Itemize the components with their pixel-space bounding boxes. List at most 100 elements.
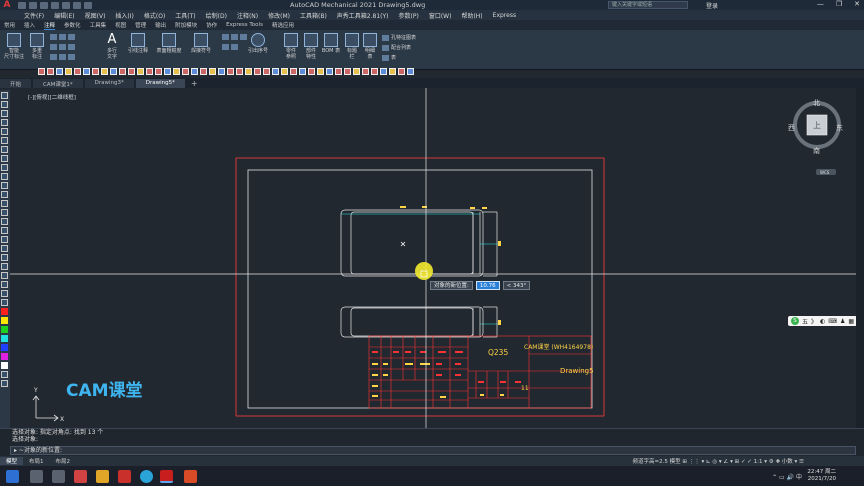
status-toggles[interactable]: 频道字高=2.5 模型 ⊞ ⋮⋮ ▾ ⊾ ◎ ▾ ∠ ▾ ⊞ ✓ ✓ 1:1 ▾… bbox=[633, 457, 804, 465]
color-red-swatch[interactable] bbox=[1, 308, 8, 315]
tool-icon[interactable] bbox=[65, 68, 72, 75]
baseline-dim-icon[interactable] bbox=[50, 54, 57, 60]
app-red-icon[interactable] bbox=[74, 470, 87, 483]
new-icon[interactable] bbox=[18, 1, 26, 9]
tool-icon[interactable] bbox=[362, 68, 369, 75]
command-input[interactable]: ▸ ~对象的新位置: bbox=[10, 446, 856, 455]
tab-drawing3[interactable]: Drawing3* bbox=[84, 79, 134, 88]
color-magenta-swatch[interactable] bbox=[1, 353, 8, 360]
tool-icon[interactable] bbox=[128, 68, 135, 75]
edge-icon[interactable] bbox=[222, 44, 229, 50]
undo-icon[interactable] bbox=[73, 1, 81, 9]
rectangle-tool-icon[interactable] bbox=[1, 128, 8, 135]
bom-button[interactable]: BOM 表 bbox=[320, 33, 342, 54]
tool-icon[interactable] bbox=[353, 68, 360, 75]
angle-dim-icon[interactable] bbox=[68, 34, 75, 40]
ordinate-dim-icon[interactable] bbox=[68, 54, 75, 60]
maximize-button[interactable]: ❐ bbox=[836, 0, 842, 8]
tab-express-tools[interactable]: Express Tools bbox=[226, 22, 263, 28]
menu-modify[interactable]: 修改(M) bbox=[268, 11, 290, 20]
tab-manage[interactable]: 管理 bbox=[135, 21, 146, 29]
autocad-logo-icon[interactable]: A bbox=[0, 0, 14, 10]
ime-keyboard-icon[interactable]: ⌨ bbox=[828, 318, 837, 325]
parts-list-button[interactable]: 明细 表 bbox=[362, 33, 378, 60]
search-taskbar-icon[interactable] bbox=[30, 470, 43, 483]
tool-icon[interactable] bbox=[182, 68, 189, 75]
system-clock[interactable]: 22:47 周二 2021/7/20 bbox=[807, 469, 836, 483]
menu-file[interactable]: 文件(F) bbox=[24, 11, 44, 20]
tool-icon[interactable] bbox=[389, 68, 396, 75]
browser-icon[interactable] bbox=[140, 470, 153, 483]
menu-parametric[interactable]: 参数(P) bbox=[399, 11, 419, 20]
tool-icon[interactable] bbox=[317, 68, 324, 75]
tool-icon[interactable] bbox=[83, 68, 90, 75]
rotate-tool-icon[interactable] bbox=[1, 164, 8, 171]
tool-icon[interactable] bbox=[272, 68, 279, 75]
color-blue-swatch[interactable] bbox=[1, 344, 8, 351]
menu-window[interactable]: 窗口(W) bbox=[429, 11, 452, 20]
weld-symbol-button[interactable]: 焊接符号 bbox=[186, 33, 216, 54]
tool-icon[interactable] bbox=[200, 68, 207, 75]
tool-icon[interactable] bbox=[326, 68, 333, 75]
print-icon[interactable] bbox=[62, 1, 70, 9]
tab-annotate[interactable]: 注释 bbox=[44, 21, 56, 30]
mirror-tool-icon[interactable] bbox=[1, 173, 8, 180]
datum-icon[interactable] bbox=[222, 34, 229, 40]
tool-icon[interactable] bbox=[92, 68, 99, 75]
tray-icons[interactable]: ⌃ ▭ 🔊 中 bbox=[772, 472, 802, 481]
erase-tool-icon[interactable] bbox=[1, 263, 8, 270]
tool-icon[interactable] bbox=[137, 68, 144, 75]
layout2-tab[interactable]: 布局2 bbox=[50, 457, 77, 465]
tool-icon[interactable] bbox=[263, 68, 270, 75]
tool-icon[interactable] bbox=[281, 68, 288, 75]
ime-logo-icon[interactable]: S bbox=[791, 317, 799, 325]
stretch-tool-icon[interactable] bbox=[1, 245, 8, 252]
tool-icon[interactable] bbox=[173, 68, 180, 75]
tab-drawing5[interactable]: Drawing5* bbox=[135, 79, 185, 88]
menu-edit[interactable]: 编辑(E) bbox=[54, 11, 74, 20]
model-tab[interactable]: 模型 bbox=[0, 457, 24, 465]
multi-dimension-button[interactable]: 多重 标注 bbox=[28, 33, 46, 60]
menu-tools[interactable]: 工具(T) bbox=[175, 11, 195, 20]
tool-icon[interactable] bbox=[101, 68, 108, 75]
ime-menu-icon[interactable]: ▦ bbox=[848, 318, 854, 325]
color-yellow-swatch[interactable] bbox=[1, 317, 8, 324]
color-cyan-swatch[interactable] bbox=[1, 335, 8, 342]
menu-annotate[interactable]: 注释(N) bbox=[237, 11, 258, 20]
start-menu-icon[interactable] bbox=[6, 470, 19, 483]
color-green-swatch[interactable] bbox=[1, 326, 8, 333]
ime-punct-icon[interactable]: 》 bbox=[811, 317, 817, 326]
tab-view[interactable]: 视图 bbox=[115, 21, 126, 29]
minimize-button[interactable]: — bbox=[817, 0, 824, 8]
app-x-icon[interactable] bbox=[118, 470, 131, 483]
layout1-tab[interactable]: 布局1 bbox=[23, 457, 50, 465]
tab-toolset[interactable]: 工具集 bbox=[90, 21, 107, 29]
fillet-tool-icon[interactable] bbox=[1, 209, 8, 216]
properties-tool-icon[interactable] bbox=[1, 299, 8, 306]
open-icon[interactable] bbox=[29, 1, 37, 9]
part-attributes-button[interactable]: 部件 特性 bbox=[302, 33, 320, 60]
save-icon[interactable] bbox=[40, 1, 48, 9]
tool-icon[interactable] bbox=[110, 68, 117, 75]
close-button[interactable]: ✕ bbox=[854, 0, 860, 8]
part-top-view[interactable] bbox=[340, 306, 498, 338]
smart-dimension-button[interactable]: 智能 尺寸标注 bbox=[4, 33, 24, 60]
task-view-icon[interactable] bbox=[52, 470, 65, 483]
continue-dim-icon[interactable] bbox=[59, 54, 66, 60]
new-tab-button[interactable]: + bbox=[191, 79, 198, 88]
move-tool-icon[interactable] bbox=[1, 146, 8, 153]
tab-featured-apps[interactable]: 精选应用 bbox=[272, 21, 294, 29]
menu-plugin[interactable]: 声秀工具箱2.81(Y) bbox=[337, 11, 389, 20]
ime-mode[interactable]: 五 bbox=[802, 317, 808, 326]
layer-tool-icon[interactable] bbox=[1, 290, 8, 297]
tool-icon[interactable] bbox=[155, 68, 162, 75]
tooltip-angle-input[interactable]: < 343° bbox=[502, 280, 531, 290]
title-block-button[interactable]: 标题 栏 bbox=[344, 33, 360, 60]
radius-dim-icon[interactable] bbox=[50, 44, 57, 50]
linear-dim-icon[interactable] bbox=[50, 34, 57, 40]
tool-icon[interactable] bbox=[254, 68, 261, 75]
tab-parametric[interactable]: 参数化 bbox=[64, 21, 81, 29]
chamfer-tool-icon[interactable] bbox=[1, 218, 8, 225]
tab-addins[interactable]: 附加模块 bbox=[175, 21, 197, 29]
tab-output[interactable]: 输出 bbox=[155, 21, 166, 29]
